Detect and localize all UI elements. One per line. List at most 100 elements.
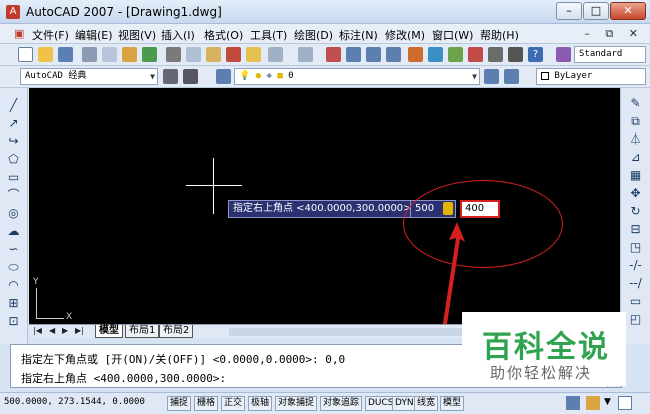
layer-manager-icon[interactable] xyxy=(216,69,231,84)
print-icon[interactable] xyxy=(82,47,97,62)
trim-icon[interactable]: -/- xyxy=(628,258,643,273)
plot-preview-icon[interactable] xyxy=(102,47,117,62)
line-icon[interactable]: ╱ xyxy=(6,98,21,113)
next-tab-icon[interactable]: ▶ xyxy=(62,326,68,335)
copy-object-icon[interactable]: ⧉ xyxy=(628,114,643,129)
new-icon[interactable] xyxy=(18,47,33,62)
rotate-icon[interactable]: ↻ xyxy=(628,204,643,219)
zoom-realtime-icon[interactable] xyxy=(346,47,361,62)
model-toggle[interactable]: 模型 xyxy=(440,396,465,411)
make-block-icon[interactable]: ⊡ xyxy=(6,314,21,329)
properties-icon[interactable] xyxy=(408,47,423,62)
tab-model[interactable]: 模型 xyxy=(95,325,123,338)
zoom-previous-icon[interactable] xyxy=(386,47,401,62)
spline-icon[interactable]: ∽ xyxy=(6,242,21,257)
ellipse-arc-icon[interactable]: ◠ xyxy=(6,278,21,293)
osnap-toggle[interactable]: 对象捕捉 xyxy=(275,396,318,411)
paste-icon[interactable] xyxy=(206,47,221,62)
workspace-save-icon[interactable] xyxy=(183,69,198,84)
3d-dwf-icon[interactable] xyxy=(142,47,157,62)
workspace-select[interactable]: AutoCAD 经典 ▼ xyxy=(20,68,158,85)
snap-toggle[interactable]: 捕捉 xyxy=(167,396,192,411)
tab-layout1[interactable]: 布局1 xyxy=(125,325,160,338)
mdi-controls[interactable]: – ⧉ ✕ xyxy=(584,27,644,41)
stretch-icon[interactable]: ◳ xyxy=(628,240,643,255)
layer-previous-icon[interactable] xyxy=(504,69,519,84)
clean-screen-icon[interactable] xyxy=(618,396,632,410)
match-properties-icon[interactable] xyxy=(226,47,241,62)
cut-icon[interactable] xyxy=(166,47,181,62)
mirror-icon[interactable]: ⏃ xyxy=(628,132,643,147)
array-icon[interactable]: ▦ xyxy=(628,168,643,183)
markup-icon[interactable] xyxy=(488,47,503,62)
communication-center-icon[interactable] xyxy=(566,396,580,410)
autocad-icon: A xyxy=(6,5,20,19)
polyline-icon[interactable]: ↪ xyxy=(6,134,21,149)
menu-tools[interactable]: 工具(T) xyxy=(250,27,287,43)
grid-toggle[interactable]: 栅格 xyxy=(194,396,219,411)
maximize-button[interactable]: □ xyxy=(583,2,609,20)
rectangle-icon[interactable]: ▭ xyxy=(6,170,21,185)
prev-tab-icon[interactable]: ◀ xyxy=(49,326,55,335)
undo-icon[interactable] xyxy=(268,47,283,62)
break-icon[interactable]: ▭ xyxy=(628,294,643,309)
first-tab-icon[interactable]: |◀ xyxy=(33,326,42,335)
document-menu-icon[interactable]: ▣ xyxy=(14,27,24,40)
pan-icon[interactable] xyxy=(326,47,341,62)
text-style-select[interactable]: Standard xyxy=(574,46,646,63)
last-tab-icon[interactable]: ▶| xyxy=(75,326,84,335)
color-select[interactable]: ByLayer xyxy=(536,68,646,85)
menu-file[interactable]: 文件(F) xyxy=(32,27,69,43)
menu-draw[interactable]: 绘图(D) xyxy=(294,27,333,43)
revision-cloud-icon[interactable]: ☁ xyxy=(6,224,21,239)
ortho-toggle[interactable]: 正交 xyxy=(221,396,246,411)
menu-format[interactable]: 格式(O) xyxy=(204,27,243,43)
erase-icon[interactable]: ✎ xyxy=(628,96,643,111)
menu-modify[interactable]: 修改(M) xyxy=(385,27,425,43)
close-button[interactable]: ✕ xyxy=(610,2,646,20)
menu-window[interactable]: 窗口(W) xyxy=(432,27,473,43)
ucs-x-axis xyxy=(36,318,64,319)
tool-palettes-icon[interactable] xyxy=(448,47,463,62)
calculator-icon[interactable] xyxy=(508,47,523,62)
design-center-icon[interactable] xyxy=(428,47,443,62)
extend-icon[interactable]: --/ xyxy=(628,276,643,291)
scale-icon[interactable]: ⊟ xyxy=(628,222,643,237)
move-icon[interactable]: ✥ xyxy=(628,186,643,201)
offset-icon[interactable]: ⊿ xyxy=(628,150,643,165)
publish-icon[interactable] xyxy=(122,47,137,62)
help-icon[interactable]: ? xyxy=(528,47,543,62)
construction-line-icon[interactable]: ↗ xyxy=(6,116,21,131)
save-icon[interactable] xyxy=(58,47,73,62)
polar-toggle[interactable]: 极轴 xyxy=(248,396,273,411)
workspace-settings-icon[interactable] xyxy=(163,69,178,84)
layer-select[interactable]: 💡 ● ◆ ■ 0 ▼ xyxy=(234,68,480,85)
arc-icon[interactable]: ⌒ xyxy=(6,188,21,203)
menu-edit[interactable]: 编辑(E) xyxy=(75,27,113,43)
polygon-icon[interactable]: ⬠ xyxy=(6,152,21,167)
circle-icon[interactable]: ◎ xyxy=(6,206,21,221)
open-icon[interactable] xyxy=(38,47,53,62)
lock-toolbar-icon[interactable] xyxy=(586,396,600,410)
menu-insert[interactable]: 插入(I) xyxy=(161,27,195,43)
otrack-toggle[interactable]: 对象追踪 xyxy=(320,396,363,411)
sheet-set-icon[interactable] xyxy=(468,47,483,62)
tab-layout2[interactable]: 布局2 xyxy=(159,325,194,338)
status-menu-icon[interactable]: ▼ xyxy=(604,397,611,407)
menu-help[interactable]: 帮助(H) xyxy=(480,27,519,43)
text-style-icon[interactable] xyxy=(556,47,571,62)
block-editor-icon[interactable] xyxy=(246,47,261,62)
command-prompt-line: 指定右上角点 <400.0000,300.0000>: xyxy=(21,372,227,385)
minimize-button[interactable]: – xyxy=(556,2,582,20)
lineweight-toggle[interactable]: 线宽 xyxy=(414,396,439,411)
copy-icon[interactable] xyxy=(186,47,201,62)
chamfer-icon[interactable]: ◰ xyxy=(628,312,643,327)
dyn-toggle[interactable]: DYN xyxy=(392,396,417,411)
ellipse-icon[interactable]: ⬭ xyxy=(6,260,21,275)
zoom-window-icon[interactable] xyxy=(366,47,381,62)
redo-icon[interactable] xyxy=(298,47,313,62)
menu-view[interactable]: 视图(V) xyxy=(118,27,156,43)
menu-dimension[interactable]: 标注(N) xyxy=(339,27,378,43)
make-current-layer-icon[interactable] xyxy=(484,69,499,84)
insert-block-icon[interactable]: ⊞ xyxy=(6,296,21,311)
